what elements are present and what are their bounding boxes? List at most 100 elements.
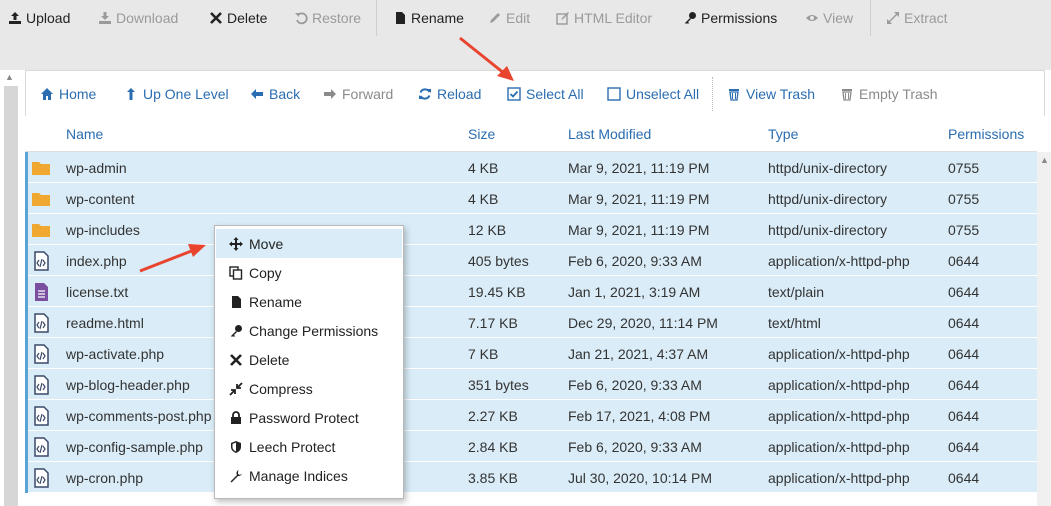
column-header-type[interactable]: Type [768,126,798,142]
delete-label: Delete [227,10,268,26]
file-name[interactable]: wp-includes [66,222,140,238]
empty-trash-button[interactable]: Empty Trash [840,85,938,103]
copy-icon [229,265,243,280]
select-all-button[interactable]: Select All [507,85,584,103]
edit-button[interactable]: Edit [488,8,530,28]
file-name[interactable]: wp-admin [66,160,127,176]
file-toolbar: Upload Download Delete Restore Rename Ed… [0,0,1051,70]
context-item-password-protect[interactable]: Password Protect [216,403,402,432]
download-label: Download [116,10,179,26]
table-row[interactable]: wp-includes 12 KB Mar 9, 2021, 11:19 PM htt… [25,214,1037,245]
table-row[interactable]: wp-activate.php 7 KB Jan 21, 2021, 4:37 AM… [25,338,1037,369]
file-type: text/plain [768,284,825,300]
file-type: httpd/unix-directory [768,160,888,176]
file-name[interactable]: readme.html [66,315,144,331]
file-permissions: 0644 [948,346,980,362]
context-item-leech-protect[interactable]: Leech Protect [216,432,402,461]
file-name[interactable]: index.php [66,253,127,269]
column-header-permissions[interactable]: Permissions [948,126,1024,142]
empty-trash-label: Empty Trash [859,86,938,102]
up-one-level-button[interactable]: Up One Level [124,85,229,103]
file-name[interactable]: wp-config-sample.php [66,439,203,455]
view-trash-button[interactable]: View Trash [727,85,815,103]
context-item-label: Rename [249,293,302,310]
file-icon [229,295,243,309]
html-editor-button[interactable]: HTML Editor [556,8,652,28]
table-row[interactable]: license.txt 19.45 KB Jan 1, 2021, 3:19 AM t… [25,276,1037,307]
context-item-label: Leech Protect [249,438,336,455]
upload-button[interactable]: Upload [8,8,70,28]
context-item-rename[interactable]: Rename [216,287,402,316]
restore-label: Restore [312,10,362,26]
back-button[interactable]: Back [250,85,300,103]
delete-button[interactable]: Delete [209,8,267,28]
rename-button[interactable]: Rename [393,8,464,28]
view-button[interactable]: View [805,8,853,28]
unselect-all-button[interactable]: Unselect All [607,85,699,103]
file-size: 3.85 KB [468,470,518,486]
file-size: 4 KB [468,160,499,176]
table-row[interactable]: wp-admin 4 KB Mar 9, 2021, 11:19 PM httpd/u… [25,152,1037,183]
context-item-label: Change Permissions [249,322,379,339]
left-scrollbar[interactable] [4,86,18,506]
permissions-button[interactable]: Permissions [683,8,777,28]
table-row[interactable]: readme.html 7.17 KB Dec 29, 2020, 11:14 PM… [25,307,1037,338]
selection-marker [25,462,28,493]
file-name[interactable]: wp-comments-post.php [66,408,212,424]
file-permissions: 0644 [948,377,980,393]
scroll-up-icon[interactable]: ▲ [1040,155,1049,165]
column-header-size[interactable]: Size [468,126,495,142]
home-button[interactable]: Home [40,85,96,103]
view-trash-label: View Trash [746,86,815,102]
table-header: Name Size Last Modified Type Permissions [25,116,1037,152]
file-modified: Feb 6, 2020, 9:33 AM [568,377,702,393]
table-row[interactable]: wp-comments-post.php 2.27 KB Feb 17, 2021,… [25,400,1037,431]
permissions-label: Permissions [701,10,778,26]
edit-square-icon [556,11,570,25]
file-name[interactable]: wp-cron.php [66,470,143,486]
file-size: 2.84 KB [468,439,518,455]
table-row[interactable]: wp-content 4 KB Mar 9, 2021, 11:19 PM httpd… [25,183,1037,214]
reload-button[interactable]: Reload [418,85,481,103]
context-item-copy[interactable]: Copy [216,258,402,287]
navigation-bar: Home Up One Level Back Forward Reload Se… [25,70,1045,116]
code-file-icon [31,468,51,488]
selection-marker [25,307,28,338]
select-all-label: Select All [526,86,584,102]
table-row[interactable]: wp-config-sample.php 2.84 KB Feb 6, 2020, … [25,431,1037,462]
context-item-move[interactable]: Move [216,229,402,258]
file-permissions: 0644 [948,315,980,331]
file-type: application/x-httpd-php [768,346,910,362]
arrow-right-icon [323,87,337,101]
table-row[interactable]: wp-cron.php 3.85 KB Jul 30, 2020, 10:14 PM… [25,462,1037,493]
context-item-compress[interactable]: Compress [216,374,402,403]
wrench-icon [229,469,243,483]
scroll-up-icon[interactable]: ▲ [5,72,14,82]
table-row[interactable]: wp-blog-header.php 351 bytes Feb 6, 2020, … [25,369,1037,400]
code-file-icon [31,375,51,395]
file-name[interactable]: wp-activate.php [66,346,164,362]
context-item-manage-indices[interactable]: Manage Indices [216,461,402,490]
file-modified: Mar 9, 2021, 11:19 PM [568,191,710,207]
file-modified: Jan 21, 2021, 4:37 AM [568,346,709,362]
restore-button[interactable]: Restore [294,8,361,28]
file-name[interactable]: license.txt [66,284,128,300]
forward-button[interactable]: Forward [323,85,393,103]
column-header-modified[interactable]: Last Modified [568,126,651,142]
code-file-icon [31,313,51,333]
file-name[interactable]: wp-blog-header.php [66,377,190,393]
edit-label: Edit [506,10,531,26]
context-item-change-permissions[interactable]: Change Permissions [216,316,402,345]
file-modified: Jul 30, 2020, 10:14 PM [568,470,712,486]
download-button[interactable]: Download [98,8,178,28]
context-item-label: Delete [249,351,290,368]
extract-button[interactable]: Extract [886,8,948,28]
file-name[interactable]: wp-content [66,191,134,207]
context-item-label: Copy [249,264,282,281]
trash-icon [727,87,741,101]
column-header-name[interactable]: Name [66,126,103,142]
right-scrollbar[interactable]: ▲ [1037,152,1051,506]
shield-icon [229,440,243,454]
table-row[interactable]: index.php 405 bytes Feb 6, 2020, 9:33 AM ap… [25,245,1037,276]
context-item-delete[interactable]: Delete [216,345,402,374]
